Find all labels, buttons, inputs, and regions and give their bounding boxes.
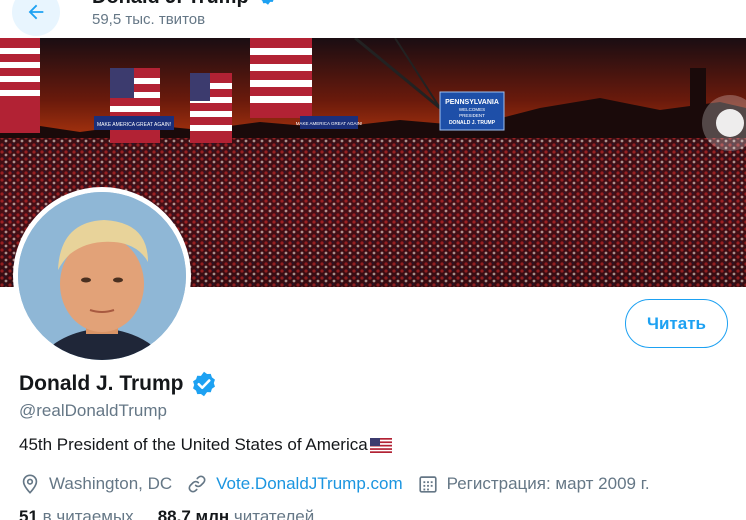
header-title-text: Donald J. Trump [92,0,249,8]
avatar-image [18,192,186,360]
back-button[interactable] [12,0,60,36]
location-pin-icon [22,474,38,494]
profile-meta: Washington, DC Vote.DonaldJTrump.com Рег… [19,471,664,497]
bio-text: 45th President of the United States of A… [19,435,368,454]
display-name-text: Donald J. Trump [19,372,184,395]
banner-sign-main-1: PENNSYLVANIA [445,99,499,106]
follow-stats: 51 в читаемых 88,7 млн читателей [19,507,338,520]
us-flag-icon [369,437,392,453]
website-link[interactable]: Vote.DonaldJTrump.com [216,474,402,494]
follow-button[interactable]: Читать [625,299,728,348]
arrow-left-icon [28,4,44,20]
profile-bio: 45th President of the United States of A… [19,435,392,455]
avatar[interactable] [13,187,191,365]
joined-item: Регистрация: март 2009 г. [417,473,650,495]
following-stat[interactable]: 51 в читаемых [19,507,134,520]
banner-sign-right: MAKE AMERICA GREAT AGAIN! [296,121,363,126]
link-icon [188,475,206,493]
header-title: Donald J. Trump [92,0,278,9]
tweet-count: 59,5 тыс. твитов [92,11,206,28]
calendar-icon [418,476,437,493]
followers-stat[interactable]: 88,7 млн читателей [158,507,315,520]
banner-sign-main-4: DONALD J. TRUMP [449,120,496,126]
banner-sign-main-2: WELCOMES [459,107,485,112]
banner-sign-main-3: PRESIDENT [459,113,485,118]
website-item[interactable]: Vote.DonaldJTrump.com [186,473,403,495]
joined-text: Регистрация: март 2009 г. [446,474,650,493]
user-handle: @realDonaldTrump [19,401,167,420]
banner-flag-left [0,38,40,133]
location-text: Washington, DC [49,474,173,493]
verified-badge-icon [261,0,274,5]
following-label: в читаемых [42,507,134,520]
profile-header: Donald J. Trump 59,5 тыс. твитов [0,0,746,38]
following-count: 51 [19,507,38,520]
verified-badge-icon [192,371,215,397]
banner-sign-left: MAKE AMERICA GREAT AGAIN! [97,122,171,128]
followers-label: читателей [233,507,315,520]
followers-count: 88,7 млн [157,507,230,520]
display-name: Donald J. Trump [19,370,218,398]
location-item: Washington, DC [19,473,172,495]
